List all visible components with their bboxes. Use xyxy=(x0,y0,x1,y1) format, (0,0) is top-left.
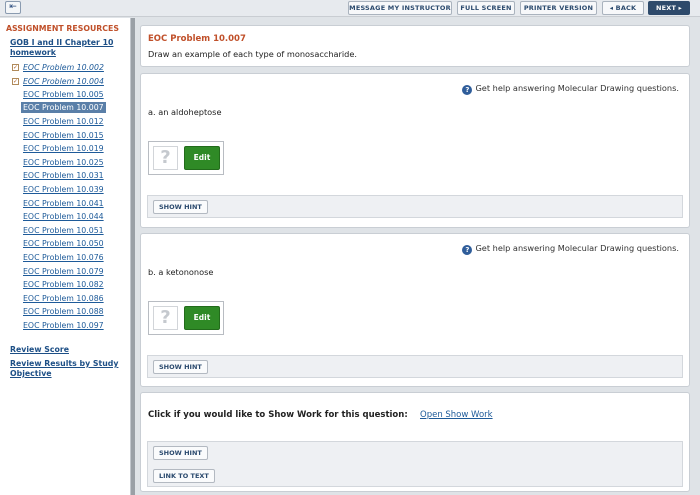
show-work-label: Click if you would like to Show Work for… xyxy=(148,410,408,420)
question-mark-icon: ? xyxy=(153,146,178,170)
sidebar-item-10-051[interactable]: EOC Problem 10.051 xyxy=(23,225,104,236)
show-hint-button[interactable]: SHOW HINT xyxy=(153,360,208,374)
part-a-prompt: a. an aldoheptose xyxy=(148,107,222,117)
part-b-prompt: b. a ketononose xyxy=(148,267,214,277)
help-text[interactable]: Get help answering Molecular Drawing que… xyxy=(475,83,679,93)
full-screen-button[interactable]: FULL SCREEN xyxy=(457,1,515,15)
sidebar-item-10-019[interactable]: EOC Problem 10.019 xyxy=(23,143,104,154)
problem-instruction: Draw an example of each type of monosacc… xyxy=(148,49,358,59)
problem-title: EOC Problem 10.007 xyxy=(148,34,246,44)
show-hint-button[interactable]: SHOW HINT xyxy=(153,446,208,460)
show-work-panel: Click if you would like to Show Work for… xyxy=(140,392,690,492)
sidebar-item-10-007[interactable]: EOC Problem 10.007 xyxy=(21,102,106,113)
drawing-widget: ? Edit xyxy=(148,301,224,335)
question-mark-icon: ? xyxy=(153,306,178,330)
edit-button[interactable]: Edit xyxy=(184,146,220,170)
help-icon: ? xyxy=(462,245,473,255)
top-toolbar: ⇤ MESSAGE MY INSTRUCTOR FULL SCREEN PRIN… xyxy=(0,0,700,17)
sidebar-item-10-012[interactable]: EOC Problem 10.012 xyxy=(23,116,104,127)
sidebar-item-10-082[interactable]: EOC Problem 10.082 xyxy=(23,279,104,290)
message-instructor-button[interactable]: MESSAGE MY INSTRUCTOR xyxy=(348,1,452,15)
hint-bar: SHOW HINT xyxy=(147,195,683,218)
sidebar-item-10-004[interactable]: EOC Problem 10.004 xyxy=(23,76,104,87)
help-link[interactable]: ? Get help answering Molecular Drawing qu… xyxy=(462,83,679,95)
sidebar-item-10-086[interactable]: EOC Problem 10.086 xyxy=(23,293,104,304)
sidebar-item-10-076[interactable]: EOC Problem 10.076 xyxy=(23,252,104,263)
sidebar-item-10-041[interactable]: EOC Problem 10.041 xyxy=(23,198,104,209)
part-b-panel: ? Get help answering Molecular Drawing qu… xyxy=(140,233,690,387)
assignment-resources-sidebar: ASSIGNMENT RESOURCES GOB I and II Chapte… xyxy=(0,18,131,495)
sidebar-item-10-097[interactable]: EOC Problem 10.097 xyxy=(23,320,104,331)
review-score-link[interactable]: Review Score xyxy=(10,345,125,355)
sidebar-item-10-039[interactable]: EOC Problem 10.039 xyxy=(23,184,104,195)
chapter-link[interactable]: GOB I and II Chapter 10 homework xyxy=(10,38,125,58)
sidebar-title: ASSIGNMENT RESOURCES xyxy=(6,24,119,33)
sidebar-item-10-031[interactable]: EOC Problem 10.031 xyxy=(23,170,104,181)
resources-bar: SHOW HINT LINK TO TEXT xyxy=(147,441,683,487)
next-button[interactable]: NEXT ▸ xyxy=(648,1,690,15)
sidebar-item-10-015[interactable]: EOC Problem 10.015 xyxy=(23,130,104,141)
show-hint-button[interactable]: SHOW HINT xyxy=(153,200,208,214)
check-icon: ✓ xyxy=(12,78,19,85)
hint-bar: SHOW HINT xyxy=(147,355,683,378)
link-to-text-button[interactable]: LINK TO TEXT xyxy=(153,469,215,483)
printer-version-button[interactable]: PRINTER VERSION xyxy=(520,1,597,15)
part-a-panel: ? Get help answering Molecular Drawing qu… xyxy=(140,73,690,228)
review-results-link[interactable]: Review Results by Study Objective xyxy=(10,359,125,379)
help-link[interactable]: ? Get help answering Molecular Drawing qu… xyxy=(462,243,679,255)
open-show-work-link[interactable]: Open Show Work xyxy=(420,410,493,420)
sidebar-item-10-050[interactable]: EOC Problem 10.050 xyxy=(23,238,104,249)
sidebar-item-10-088[interactable]: EOC Problem 10.088 xyxy=(23,306,104,317)
sidebar-item-10-002[interactable]: EOC Problem 10.002 xyxy=(23,62,104,73)
help-text[interactable]: Get help answering Molecular Drawing que… xyxy=(475,243,679,253)
sidebar-item-10-005[interactable]: EOC Problem 10.005 xyxy=(23,89,104,100)
sidebar-toggle-icon[interactable]: ⇤ xyxy=(5,1,21,14)
drawing-widget: ? Edit xyxy=(148,141,224,175)
help-icon: ? xyxy=(462,85,473,95)
sidebar-resize-handle[interactable] xyxy=(131,18,135,495)
sidebar-item-10-044[interactable]: EOC Problem 10.044 xyxy=(23,211,104,222)
sidebar-item-10-079[interactable]: EOC Problem 10.079 xyxy=(23,266,104,277)
sidebar-item-10-025[interactable]: EOC Problem 10.025 xyxy=(23,157,104,168)
problem-header-panel: EOC Problem 10.007 Draw an example of ea… xyxy=(140,25,690,67)
edit-button[interactable]: Edit xyxy=(184,306,220,330)
back-button[interactable]: ◂ BACK xyxy=(602,1,644,15)
check-icon: ✓ xyxy=(12,64,19,71)
